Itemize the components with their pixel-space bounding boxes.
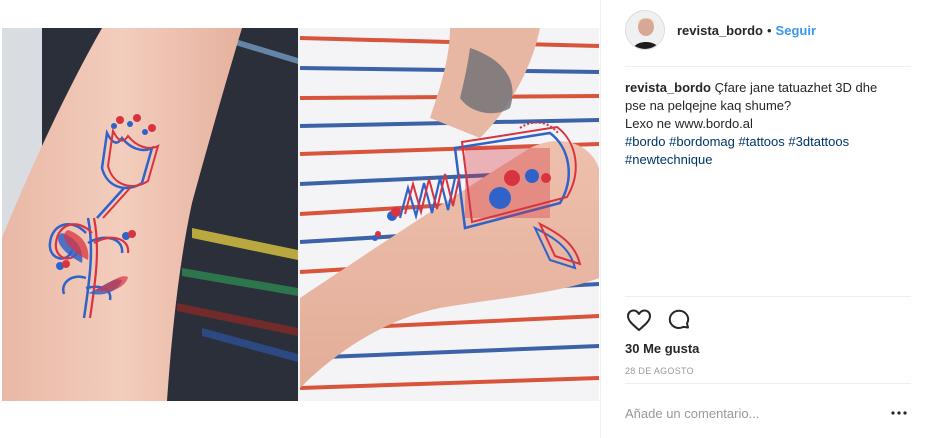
hashtag-link[interactable]: #bordo — [625, 134, 665, 149]
heart-icon — [627, 309, 651, 331]
caption-text-line1: Çfare jane tatuazhet 3D dhe — [714, 80, 878, 95]
comment-input[interactable] — [625, 405, 887, 421]
follow-button[interactable]: Seguir — [776, 23, 816, 38]
hashtag-link[interactable]: #tattoos — [739, 134, 785, 149]
post-header: revista_bordo • Seguir — [625, 8, 911, 52]
caption-text-line2: pse na pelqejne kaq shume? — [625, 98, 792, 113]
post-actions — [625, 306, 705, 334]
forearm-flower-tattoo-photo — [2, 28, 298, 401]
comment-icon — [668, 309, 690, 329]
like-button[interactable] — [625, 306, 653, 334]
caption-username[interactable]: revista_bordo — [625, 80, 711, 95]
rocket-tattoo-image — [300, 28, 599, 401]
post-sidebar: revista_bordo • Seguir revista_bordo Çfa… — [600, 0, 933, 438]
caption-text-line3: Lexo ne www.bordo.al — [625, 116, 753, 131]
post-date[interactable]: 28 DE AGOSTO — [625, 366, 694, 376]
arm-rocket-tattoo-photo — [300, 28, 599, 401]
comment-button[interactable] — [665, 306, 693, 334]
avatar-image — [626, 11, 664, 49]
hashtags-line1: #bordo #bordomag #tattoos #3dtattoos — [625, 133, 911, 151]
instagram-post: revista_bordo • Seguir revista_bordo Çfa… — [0, 0, 933, 438]
divider-top — [625, 66, 911, 67]
hashtag-link[interactable]: #bordomag — [669, 134, 735, 149]
divider-middle — [625, 296, 911, 297]
post-caption: revista_bordo Çfare jane tatuazhet 3D dh… — [625, 79, 911, 169]
hashtag-link[interactable]: #newtechnique — [625, 152, 712, 167]
more-options-button[interactable] — [887, 401, 911, 425]
post-photo[interactable] — [2, 28, 599, 401]
header-separator: • — [766, 22, 772, 38]
hashtags-line2: #newtechnique — [625, 151, 911, 169]
header-username[interactable]: revista_bordo — [677, 23, 763, 38]
divider-bottom — [625, 383, 911, 384]
likes-count[interactable]: 30 Me gusta — [625, 341, 699, 356]
avatar[interactable] — [625, 10, 665, 50]
flower-tattoo-image — [2, 28, 298, 401]
more-options-icon — [891, 411, 907, 415]
comment-form — [625, 398, 911, 428]
hashtag-link[interactable]: #3dtattoos — [788, 134, 849, 149]
post-media — [0, 0, 600, 438]
